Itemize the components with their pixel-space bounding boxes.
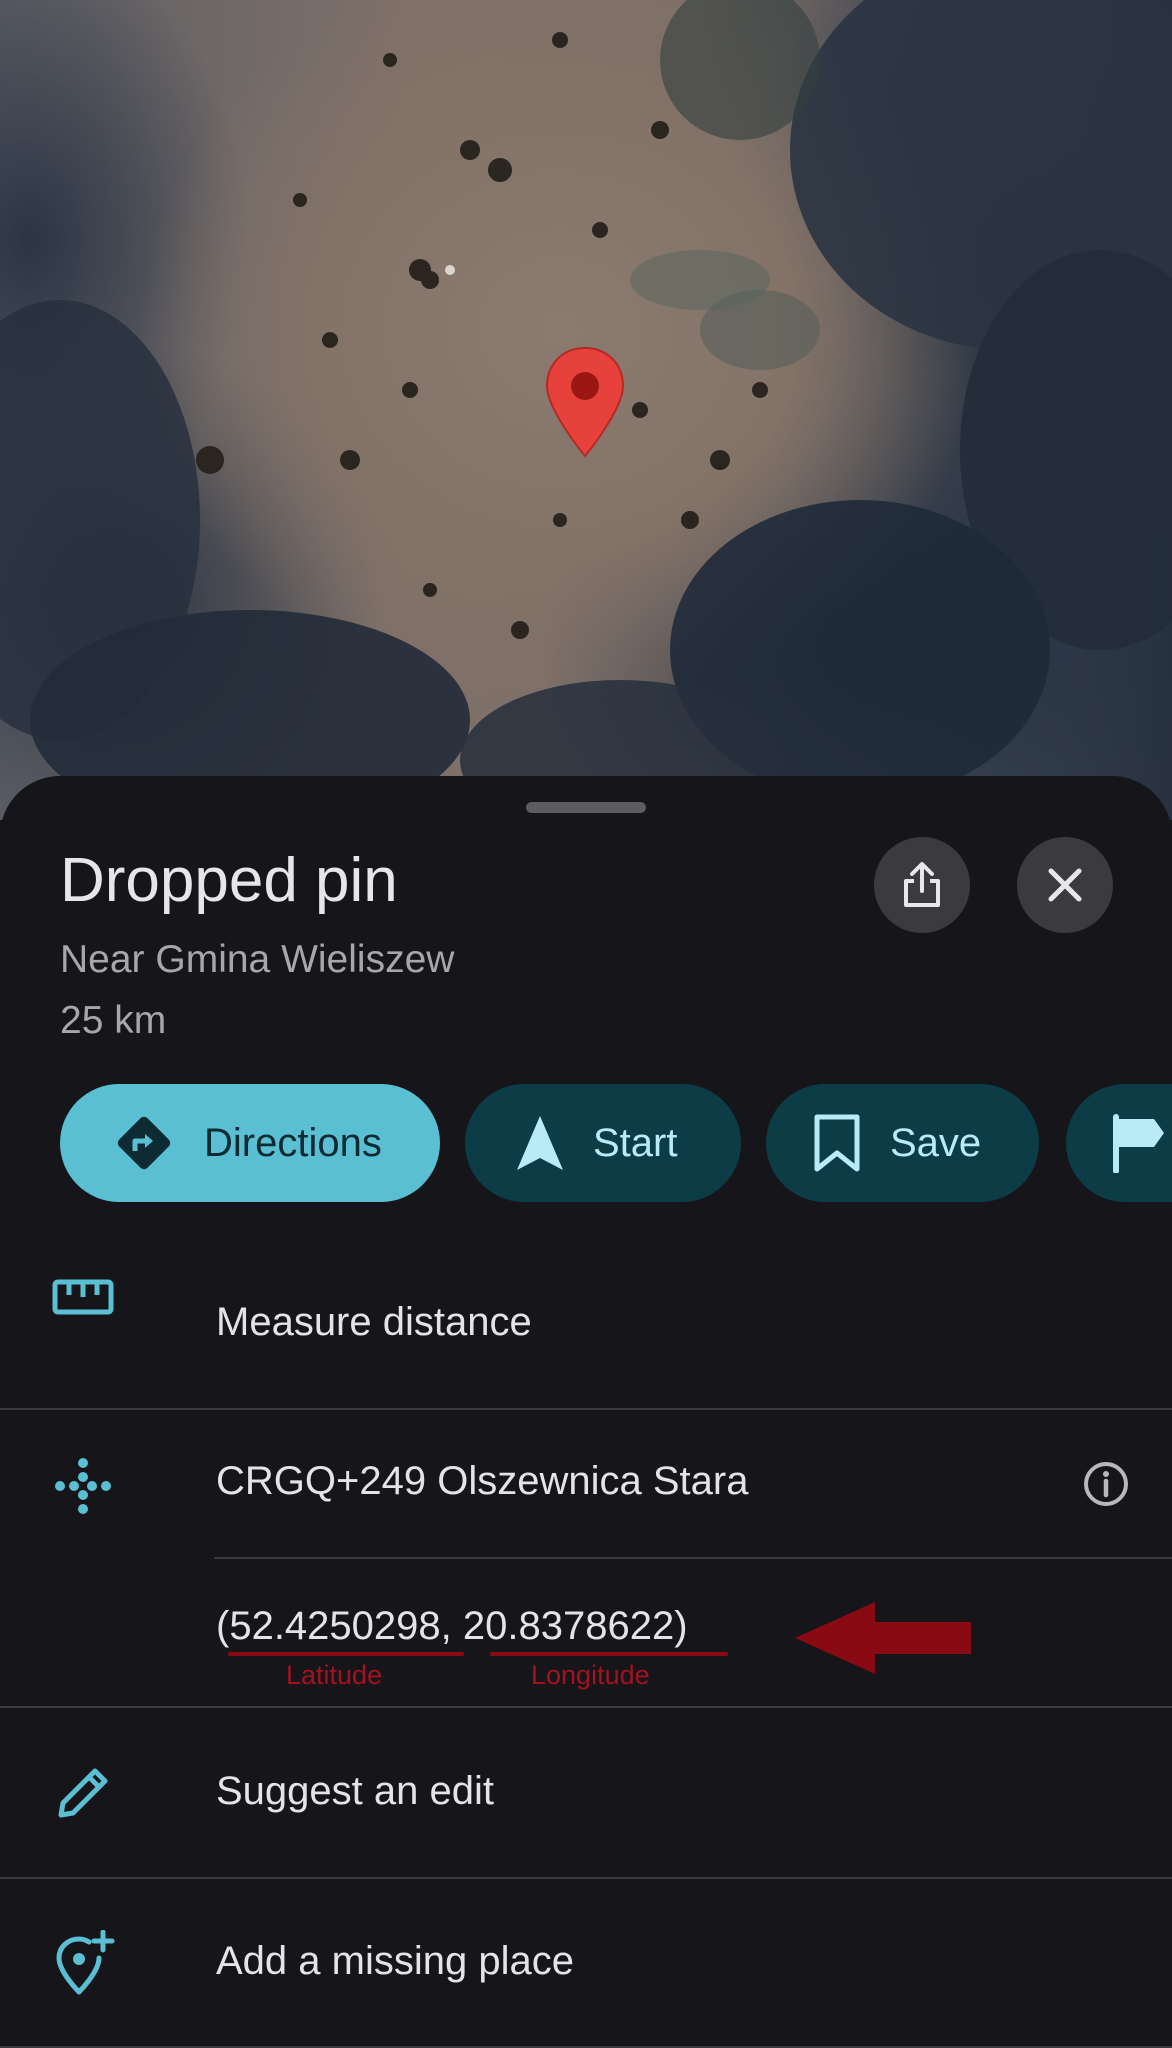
info-icon bbox=[1084, 1462, 1128, 1506]
latitude-annotation: Latitude bbox=[286, 1660, 383, 1690]
suggest-edit-item[interactable]: Suggest an edit bbox=[216, 1769, 494, 1814]
divider bbox=[0, 1877, 1172, 1879]
screen: Dropped pin Near Gmina Wieliszew 25 km D… bbox=[0, 0, 1172, 2048]
latitude-underline bbox=[228, 1652, 464, 1656]
add-place-icon bbox=[50, 1930, 116, 1996]
share-icon bbox=[904, 862, 940, 907]
directions-button[interactable]: Directions bbox=[60, 1084, 440, 1202]
start-label: Start bbox=[593, 1120, 678, 1165]
map-pin-icon[interactable] bbox=[545, 346, 625, 458]
flag-icon bbox=[1113, 1114, 1164, 1173]
longitude-underline bbox=[490, 1652, 728, 1656]
divider bbox=[214, 1557, 1172, 1559]
coordinates-item[interactable]: (52.4250298, 20.8378622) bbox=[216, 1604, 688, 1649]
coords-separator: , bbox=[440, 1604, 463, 1648]
coords-close-paren: ) bbox=[674, 1604, 688, 1648]
start-button[interactable]: Start bbox=[465, 1084, 741, 1202]
place-sheet: Dropped pin Near Gmina Wieliszew 25 km D… bbox=[0, 776, 1172, 2048]
close-button[interactable] bbox=[1017, 837, 1113, 933]
navigation-arrow-icon bbox=[517, 1116, 563, 1170]
plus-code-icon bbox=[50, 1453, 116, 1519]
ruler-icon bbox=[50, 1264, 116, 1330]
directions-label: Directions bbox=[204, 1120, 382, 1165]
plus-code-item[interactable]: CRGQ+249 Olszewnica Stara bbox=[216, 1459, 748, 1504]
divider bbox=[0, 1706, 1172, 1708]
info-button[interactable] bbox=[1081, 1459, 1131, 1509]
directions-icon bbox=[117, 1116, 171, 1170]
close-icon bbox=[1048, 868, 1082, 902]
label-button[interactable] bbox=[1066, 1084, 1172, 1202]
add-missing-place-item[interactable]: Add a missing place bbox=[216, 1939, 574, 1984]
annotation-arrow-icon bbox=[795, 1602, 971, 1674]
bookmark-icon bbox=[814, 1114, 860, 1172]
place-title: Dropped pin bbox=[60, 846, 398, 915]
satellite-map[interactable] bbox=[0, 0, 1172, 820]
save-label: Save bbox=[890, 1120, 982, 1165]
share-button[interactable] bbox=[874, 837, 970, 933]
place-subtitle: Near Gmina Wieliszew bbox=[60, 938, 455, 981]
divider bbox=[0, 1408, 1172, 1410]
latitude-value: 52.4250298 bbox=[229, 1604, 441, 1648]
drag-handle[interactable] bbox=[526, 802, 646, 813]
longitude-value: 20.8378622 bbox=[462, 1604, 675, 1648]
place-distance: 25 km bbox=[60, 999, 167, 1042]
save-button[interactable]: Save bbox=[766, 1084, 1039, 1202]
measure-distance-item[interactable]: Measure distance bbox=[216, 1300, 532, 1345]
coords-open-paren: ( bbox=[216, 1604, 230, 1648]
pencil-icon bbox=[50, 1760, 116, 1826]
longitude-annotation: Longitude bbox=[531, 1660, 650, 1690]
